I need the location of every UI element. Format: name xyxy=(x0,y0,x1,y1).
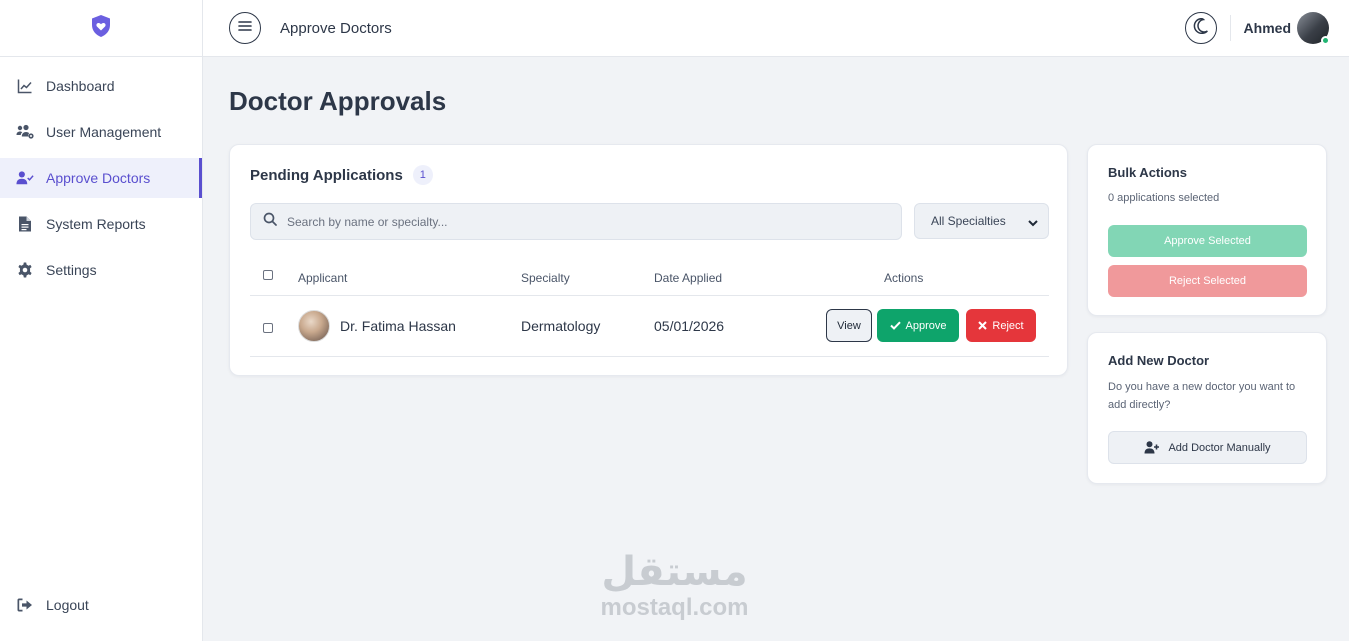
view-label: View xyxy=(837,319,861,332)
add-doctor-manually-label: Add Doctor Manually xyxy=(1168,441,1271,454)
sidebar-item-label: System Reports xyxy=(46,216,146,232)
users-cog-icon xyxy=(16,123,34,141)
theme-toggle-button[interactable] xyxy=(1184,12,1217,44)
table-header: Applicant Specialty Date Applied Actions xyxy=(250,262,1049,296)
sidebar-item-settings[interactable]: Settings xyxy=(0,250,202,290)
chevron-down-icon xyxy=(1028,216,1038,230)
search-box[interactable] xyxy=(250,203,902,240)
sign-out-icon xyxy=(16,596,34,614)
menu-toggle-button[interactable] xyxy=(229,12,261,44)
gear-icon xyxy=(16,261,34,279)
view-button[interactable]: View xyxy=(826,309,872,342)
moon-icon xyxy=(1193,17,1209,39)
user-check-icon xyxy=(16,169,34,187)
watermark: مستقل mostaql.com xyxy=(592,550,757,622)
logout-label: Logout xyxy=(46,597,89,613)
sidebar-nav: Dashboard User Management Approve Doctor… xyxy=(0,57,202,290)
logout-button[interactable]: Logout xyxy=(0,585,202,625)
shield-heart-icon xyxy=(90,14,112,43)
page-title: Doctor Approvals xyxy=(229,86,447,116)
column-date-applied: Date Applied xyxy=(654,271,723,285)
sidebar-item-label: Approve Doctors xyxy=(46,170,151,186)
sidebar-item-label: User Management xyxy=(46,124,162,140)
chart-line-icon xyxy=(16,77,34,95)
row-checkbox[interactable] xyxy=(263,320,273,336)
pending-title: Pending Applications xyxy=(250,166,403,184)
user-plus-icon xyxy=(1144,441,1160,454)
bulk-actions-card: Bulk Actions 0 applications selected App… xyxy=(1087,144,1327,316)
count-badge: 1 xyxy=(412,165,433,185)
reject-selected-button[interactable]: Reject Selected xyxy=(1108,265,1307,297)
table-row: Dr. Fatima Hassan Dermatology 05/01/2026… xyxy=(250,296,1049,357)
header-title: Approve Doctors xyxy=(280,19,392,37)
top-header: Approve Doctors Ahmed xyxy=(203,0,1349,57)
approve-button[interactable]: Approve xyxy=(877,309,959,342)
file-report-icon xyxy=(16,215,34,233)
sidebar-item-label: Settings xyxy=(46,262,97,278)
applicant-name: Dr. Fatima Hassan xyxy=(340,318,456,334)
add-doctor-manually-button[interactable]: Add Doctor Manually xyxy=(1108,431,1307,464)
reject-label: Reject xyxy=(992,319,1024,332)
specialty-select[interactable]: All Specialties xyxy=(914,203,1049,239)
sidebar-item-label: Dashboard xyxy=(46,78,115,94)
selected-count-text: 0 applications selected xyxy=(1108,192,1220,204)
bulk-actions-title: Bulk Actions xyxy=(1108,165,1187,180)
add-doctor-card: Add New Doctor Do you have a new doctor … xyxy=(1087,332,1327,484)
add-doctor-description: Do you have a new doctor you want to add… xyxy=(1108,381,1296,411)
header-divider xyxy=(1229,15,1231,41)
close-icon xyxy=(978,321,988,330)
reject-selected-label: Reject Selected xyxy=(1168,275,1247,287)
reject-button[interactable]: Reject xyxy=(966,309,1036,342)
approve-label: Approve xyxy=(905,319,947,332)
sidebar-item-user-management[interactable]: User Management xyxy=(0,112,202,152)
avatar[interactable] xyxy=(1297,12,1330,45)
applicant-date: 05/01/2026 xyxy=(654,318,725,334)
hamburger-icon xyxy=(238,19,252,37)
approve-selected-button[interactable]: Approve Selected xyxy=(1108,225,1307,257)
specialty-select-value: All Specialties xyxy=(931,214,1006,228)
user-name: Ahmed xyxy=(1243,20,1291,36)
pending-header: Pending Applications 1 xyxy=(250,165,433,185)
sidebar-item-approve-doctors[interactable]: Approve Doctors xyxy=(0,158,202,198)
brand-logo[interactable] xyxy=(0,0,202,57)
column-specialty: Specialty xyxy=(521,271,570,285)
online-status-dot xyxy=(1321,36,1330,45)
pending-applications-card: Pending Applications 1 All Specialties A… xyxy=(229,144,1068,376)
watermark-arabic: مستقل xyxy=(601,549,748,595)
add-doctor-title: Add New Doctor xyxy=(1108,353,1210,368)
sidebar-item-system-reports[interactable]: System Reports xyxy=(0,204,202,244)
sidebar: Dashboard User Management Approve Doctor… xyxy=(0,0,203,641)
column-applicant: Applicant xyxy=(298,271,348,285)
applicant-avatar xyxy=(298,310,330,342)
sidebar-item-dashboard[interactable]: Dashboard xyxy=(0,66,202,106)
check-icon xyxy=(889,321,901,330)
header-actions: Ahmed xyxy=(1184,12,1330,45)
column-actions: Actions xyxy=(884,271,924,285)
search-icon xyxy=(263,212,277,231)
watermark-latin: mostaql.com xyxy=(600,594,749,621)
applicant-specialty: Dermatology xyxy=(521,318,601,334)
approve-selected-label: Approve Selected xyxy=(1164,235,1251,247)
search-input[interactable] xyxy=(287,214,887,229)
